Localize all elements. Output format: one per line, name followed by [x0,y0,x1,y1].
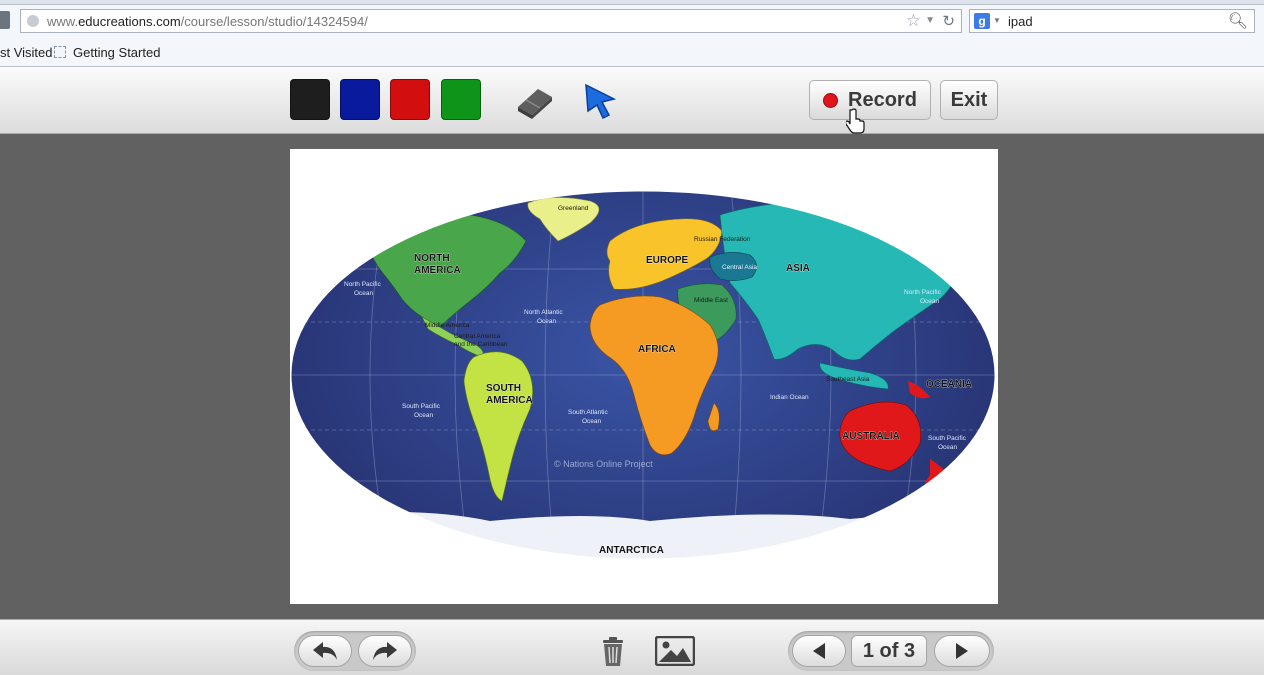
label-north-america-2: AMERICA [414,265,461,276]
url-domain: educreations.com [78,14,181,29]
label-central-asia: Central Asia [722,264,757,271]
label-north-pacific-2: North Pacific [904,289,942,296]
label-south-america-1: SOUTH [486,383,521,394]
color-swatch-black[interactable] [290,79,330,120]
label-antarctica: ANTARCTICA [599,545,664,556]
bookmark-folder-icon [54,46,66,58]
pointer-icon[interactable] [582,81,618,121]
label-south-pacific-1: South Pacific [402,403,441,410]
address-bar[interactable]: www.educreations.com/course/lesson/studi… [20,9,962,33]
bookmark-getting-started[interactable]: Getting Started [73,45,160,60]
record-dot-icon [823,93,838,108]
url-prefix: www. [47,14,79,29]
record-button[interactable]: Record [809,80,931,120]
url-text[interactable]: www.educreations.com/course/lesson/studi… [47,14,368,29]
search-input[interactable]: ipad [1008,14,1033,29]
bookmark-star-icon[interactable]: ☆ [906,11,921,31]
color-swatch-blue[interactable] [340,79,380,120]
next-page-icon [956,643,968,659]
label-north-pacific-2b: Ocean [920,298,940,305]
eraser-icon[interactable] [514,81,556,121]
label-central-america: Central America [454,333,501,340]
browser-chrome: www.educreations.com/course/lesson/studi… [0,0,1264,67]
label-north-america-1: NORTH [414,253,450,264]
label-middle-america: Middle America [425,322,470,329]
tab-strip [0,0,1264,5]
label-asia: ASIA [786,263,810,274]
label-africa: AFRICA [638,344,676,355]
site-identity-icon[interactable] [27,15,39,27]
redo-button[interactable] [358,635,412,667]
hand-cursor-icon [846,108,865,134]
label-south-pacific-2: South Pacific [928,435,967,442]
label-oceania: OCEANIA [926,379,972,390]
label-south-pacific-1b: Ocean [414,412,434,419]
undo-icon [313,642,337,660]
label-north-atlantic-1: North Atlantic [524,309,563,316]
search-bar[interactable]: g ▼ ipad 🔍︎ [969,9,1255,33]
image-icon[interactable] [655,636,695,666]
page-nav-group: 1 of 3 [788,631,994,671]
label-middle-east: Middle East [694,297,728,304]
undo-redo-group [294,631,416,671]
label-north-pacific-1b: Ocean [354,290,374,297]
history-dropdown-icon[interactable]: ▼ [925,15,935,26]
url-path: /course/lesson/studio/14324594/ [180,14,368,29]
color-swatch-green[interactable] [441,79,481,120]
engine-dropdown-icon[interactable]: ▼ [993,16,1001,25]
label-greenland: Greenland [558,205,589,212]
map-globe [291,191,995,559]
trash-icon[interactable] [600,636,626,668]
label-southeast-asia: Southeast Asia [826,376,870,383]
bottom-toolbar: 1 of 3 [0,619,1264,675]
back-button[interactable] [0,11,10,29]
label-north-pacific-1: North Pacific [344,281,382,288]
label-north-atlantic-1b: Ocean [537,318,557,325]
page-indicator: 1 of 3 [851,635,927,667]
reload-icon[interactable]: ↻ [942,12,955,30]
exit-button[interactable]: Exit [940,80,998,120]
label-south-atlantic: South Atlantic [568,409,608,416]
label-russian-federation: Russian Federation [694,236,751,243]
undo-button[interactable] [298,635,352,667]
search-engine-icon[interactable]: g [974,13,990,29]
world-map-image: NORTH AMERICA SOUTH AMERICA EUROPE AFRIC… [290,190,996,560]
prev-page-icon [813,643,825,659]
label-australia: AUSTRALIA [842,431,900,442]
map-watermark: © Nations Online Project [554,459,653,469]
redo-icon [373,642,397,660]
label-caribbean: and the Caribbean [454,341,508,348]
next-page-button[interactable] [934,635,990,667]
label-south-pacific-2b: Ocean [938,444,958,451]
color-swatch-red[interactable] [390,79,430,120]
bookmark-most-visited[interactable]: st Visited [0,45,53,60]
search-icon[interactable]: 🔍︎ [1228,11,1248,31]
label-europe: EUROPE [646,255,689,266]
label-south-america-2: AMERICA [486,395,533,406]
prev-page-button[interactable] [792,635,846,667]
drawing-toolbar: Record Exit [0,67,1264,134]
label-south-atlantic-b: Ocean [582,418,602,425]
whiteboard-canvas[interactable]: NORTH AMERICA SOUTH AMERICA EUROPE AFRIC… [290,149,998,604]
label-indian-ocean: Indian Ocean [770,394,809,401]
